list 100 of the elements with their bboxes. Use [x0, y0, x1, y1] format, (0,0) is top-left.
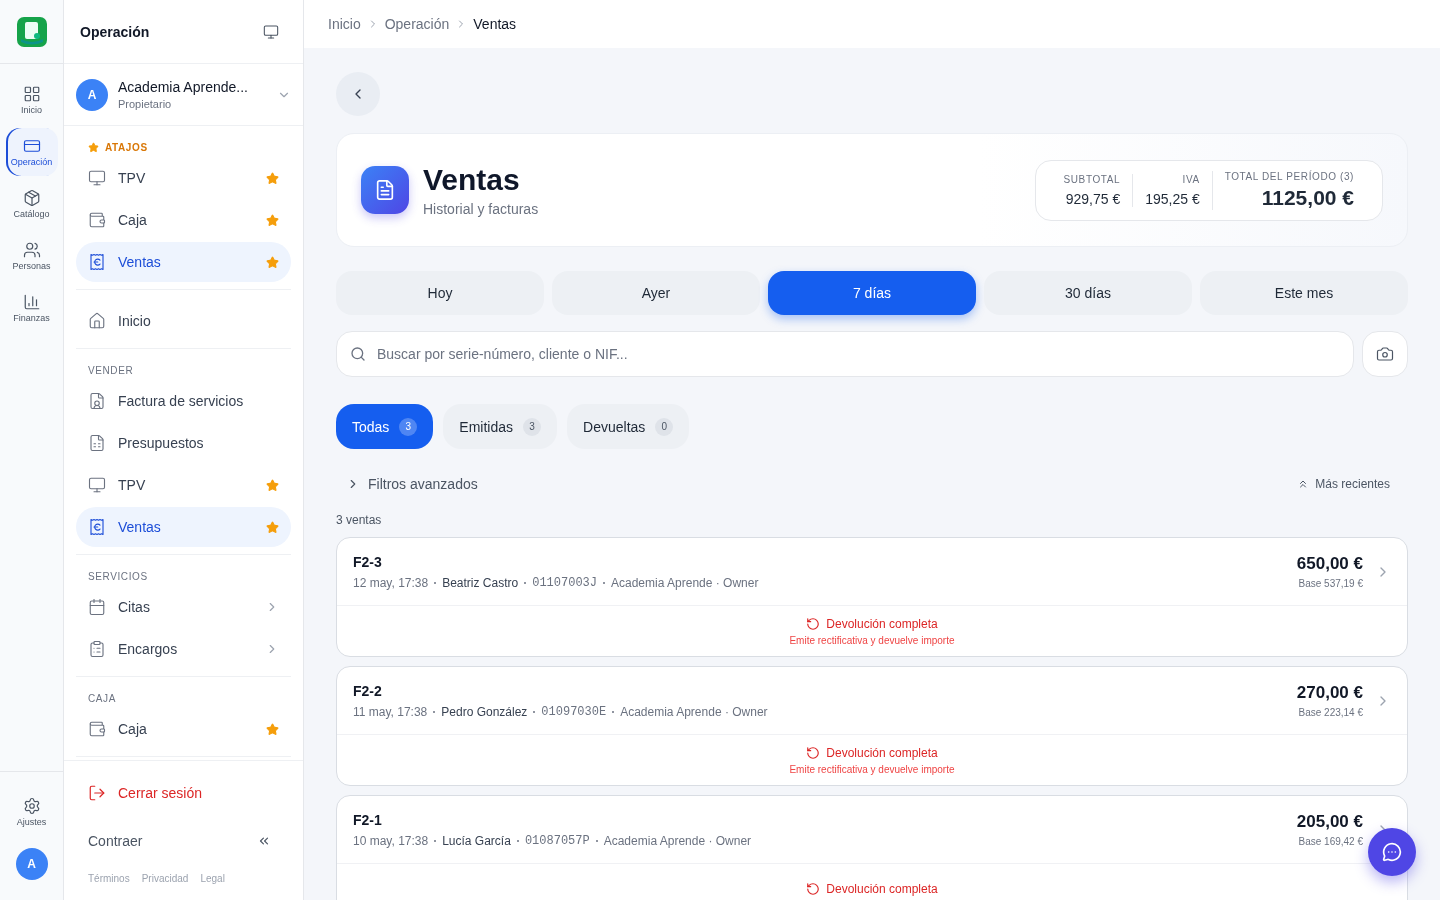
refund-button[interactable]: Devolución completa — [800, 616, 944, 632]
sale-card[interactable]: F2-2 11 may, 17:38 Pedro González 01097030E Academia Aprende · Owner 270,00 € Base 223,14 € Devolución completa Emite rectificativa y devuelve importe — [336, 666, 1408, 786]
euro-receipt-icon — [88, 253, 106, 271]
stat-value: 929,75 € — [1065, 190, 1121, 207]
section-heading: ATAJOS — [105, 142, 148, 153]
sale-card[interactable]: F2-3 12 may, 17:38 Beatriz Castro 01107003J Academia Aprende · Owner 650,00 € Base 537,19 € Devolución completa Emite rectificativa y devuelve importe — [336, 537, 1408, 657]
spreadsheet-icon — [88, 434, 106, 452]
breadcrumb-link[interactable]: Ventas — [473, 16, 517, 32]
wallet-icon — [88, 211, 106, 229]
search-field[interactable]: Buscar por serie-número, cliente o NIF... — [336, 331, 1354, 377]
sidebar-item[interactable]: Citas — [76, 587, 291, 627]
sidebar-item[interactable]: Ventas — [76, 242, 291, 282]
document-icon — [361, 166, 409, 214]
period-tab[interactable]: Ayer — [552, 271, 760, 315]
rail-item[interactable]: Operación — [5, 128, 58, 176]
sale-date: 11 may, 17:38 — [353, 704, 428, 719]
stat-value: 195,25 € — [1145, 190, 1200, 207]
filter-chip[interactable]: Emitidas 3 — [443, 404, 558, 449]
euro-receipt-icon — [88, 518, 106, 536]
star-icon — [88, 142, 99, 153]
breadcrumb-link[interactable]: Inicio — [328, 16, 361, 32]
period-tab[interactable]: 30 días — [984, 271, 1192, 315]
sort-button[interactable]: Más recientes — [1291, 476, 1396, 492]
collapse-button[interactable]: Contraer — [76, 821, 291, 861]
filter-chip[interactable]: Todas 3 — [336, 404, 434, 449]
undo-icon — [806, 617, 821, 631]
breadcrumb-link[interactable]: Operación — [384, 16, 450, 32]
sale-number: F2-3 — [353, 553, 383, 570]
wallet-icon — [88, 720, 106, 738]
search-icon — [350, 346, 366, 362]
period-tab[interactable]: 7 días — [768, 271, 976, 315]
stat-value: 1125,00 € — [1261, 185, 1354, 210]
box-icon — [22, 189, 41, 207]
rail-item[interactable]: Personas — [5, 232, 58, 280]
monitor-icon[interactable] — [263, 23, 279, 40]
app-logo-icon — [16, 16, 47, 47]
stat-label: IVA — [1182, 173, 1200, 185]
sidebar-item[interactable]: TPV — [76, 158, 291, 198]
rail-item[interactable]: Finanzas — [5, 284, 58, 332]
page-title: Ventas — [423, 163, 521, 197]
sidebar-item[interactable]: Ventas — [76, 507, 291, 547]
monitor-icon — [88, 169, 106, 187]
period-tab[interactable]: Hoy — [336, 271, 544, 315]
logout-button[interactable]: Cerrar sesión — [76, 773, 291, 813]
account-name: Academia Aprende... — [118, 79, 249, 95]
section-heading: CAJA — [88, 693, 116, 704]
count-badge: 3 — [523, 417, 542, 436]
count-badge: 3 — [399, 417, 418, 436]
sale-date: 12 may, 17:38 — [353, 575, 429, 590]
undo-icon — [806, 746, 821, 760]
logout-icon — [88, 784, 106, 802]
filter-chip[interactable]: Devueltas 0 — [567, 404, 690, 449]
undo-icon — [806, 882, 821, 896]
sidebar-item[interactable]: Caja — [76, 200, 291, 240]
sidebar-item[interactable]: TPV — [76, 465, 291, 505]
refund-button[interactable]: Devolución completa — [800, 881, 944, 897]
stat-label: SUBTOTAL — [1063, 173, 1121, 185]
sale-number: F2-2 — [353, 682, 383, 699]
customer-nif: 01097030E — [541, 704, 607, 719]
page-subtitle: Historial y facturas — [423, 201, 540, 217]
user-avatar[interactable]: A — [15, 848, 48, 880]
sidebar-item[interactable]: Encargos — [76, 629, 291, 669]
sale-total: 270,00 € — [1296, 683, 1363, 703]
rail-item[interactable]: Catálogo — [5, 180, 58, 228]
customer-nif: 01087057P — [524, 833, 590, 848]
rail-item[interactable]: Inicio — [5, 76, 58, 124]
clipboard-icon — [88, 640, 106, 658]
document-icon — [88, 392, 106, 410]
store-label: Academia Aprende · Owner — [620, 704, 768, 719]
camera-button[interactable] — [1362, 331, 1408, 377]
people-icon — [22, 241, 41, 259]
account-role: Propietario — [118, 98, 173, 110]
account-avatar: A — [76, 78, 108, 111]
refund-button[interactable]: Devolución completa — [800, 745, 944, 761]
count-badge: 0 — [655, 417, 674, 436]
advanced-filters-toggle[interactable]: Filtros avanzados — [340, 475, 484, 493]
sale-total: 650,00 € — [1296, 554, 1363, 574]
sale-number: F2-1 — [353, 811, 383, 828]
section-heading: VENDER — [88, 365, 134, 376]
store-label: Academia Aprende · Owner — [603, 833, 752, 848]
results-count: 3 ventas — [336, 513, 383, 527]
sidebar-item[interactable]: Caja — [76, 709, 291, 749]
refund-hint: Emite rectificativa y devuelve importe — [789, 764, 955, 775]
period-tab[interactable]: Este mes — [1200, 271, 1408, 315]
customer-nif: 01107003J — [532, 575, 597, 590]
sale-card[interactable]: F2-1 10 may, 17:38 Lucía García 01087057P Academia Aprende · Owner 205,00 € Base 169,42 € Devolución completa — [336, 795, 1408, 900]
sidebar-item[interactable]: Presupuestos — [76, 423, 291, 463]
sale-base: Base 223,14 € — [1298, 707, 1363, 718]
customer-name: Lucía García — [442, 833, 511, 848]
section-heading: SERVICIOS — [88, 571, 148, 582]
camera-icon — [1376, 345, 1394, 363]
bar-chart-icon — [22, 293, 41, 311]
grid-icon — [22, 85, 41, 103]
calendar-icon — [88, 598, 106, 616]
chat-icon — [1382, 842, 1402, 862]
sidebar-item[interactable]: Factura de servicios — [76, 381, 291, 421]
card-icon — [22, 137, 41, 155]
settings-button[interactable]: Ajustes — [5, 788, 58, 836]
sidebar-item[interactable]: Inicio — [76, 301, 291, 341]
sale-base: Base 169,42 € — [1298, 836, 1363, 847]
